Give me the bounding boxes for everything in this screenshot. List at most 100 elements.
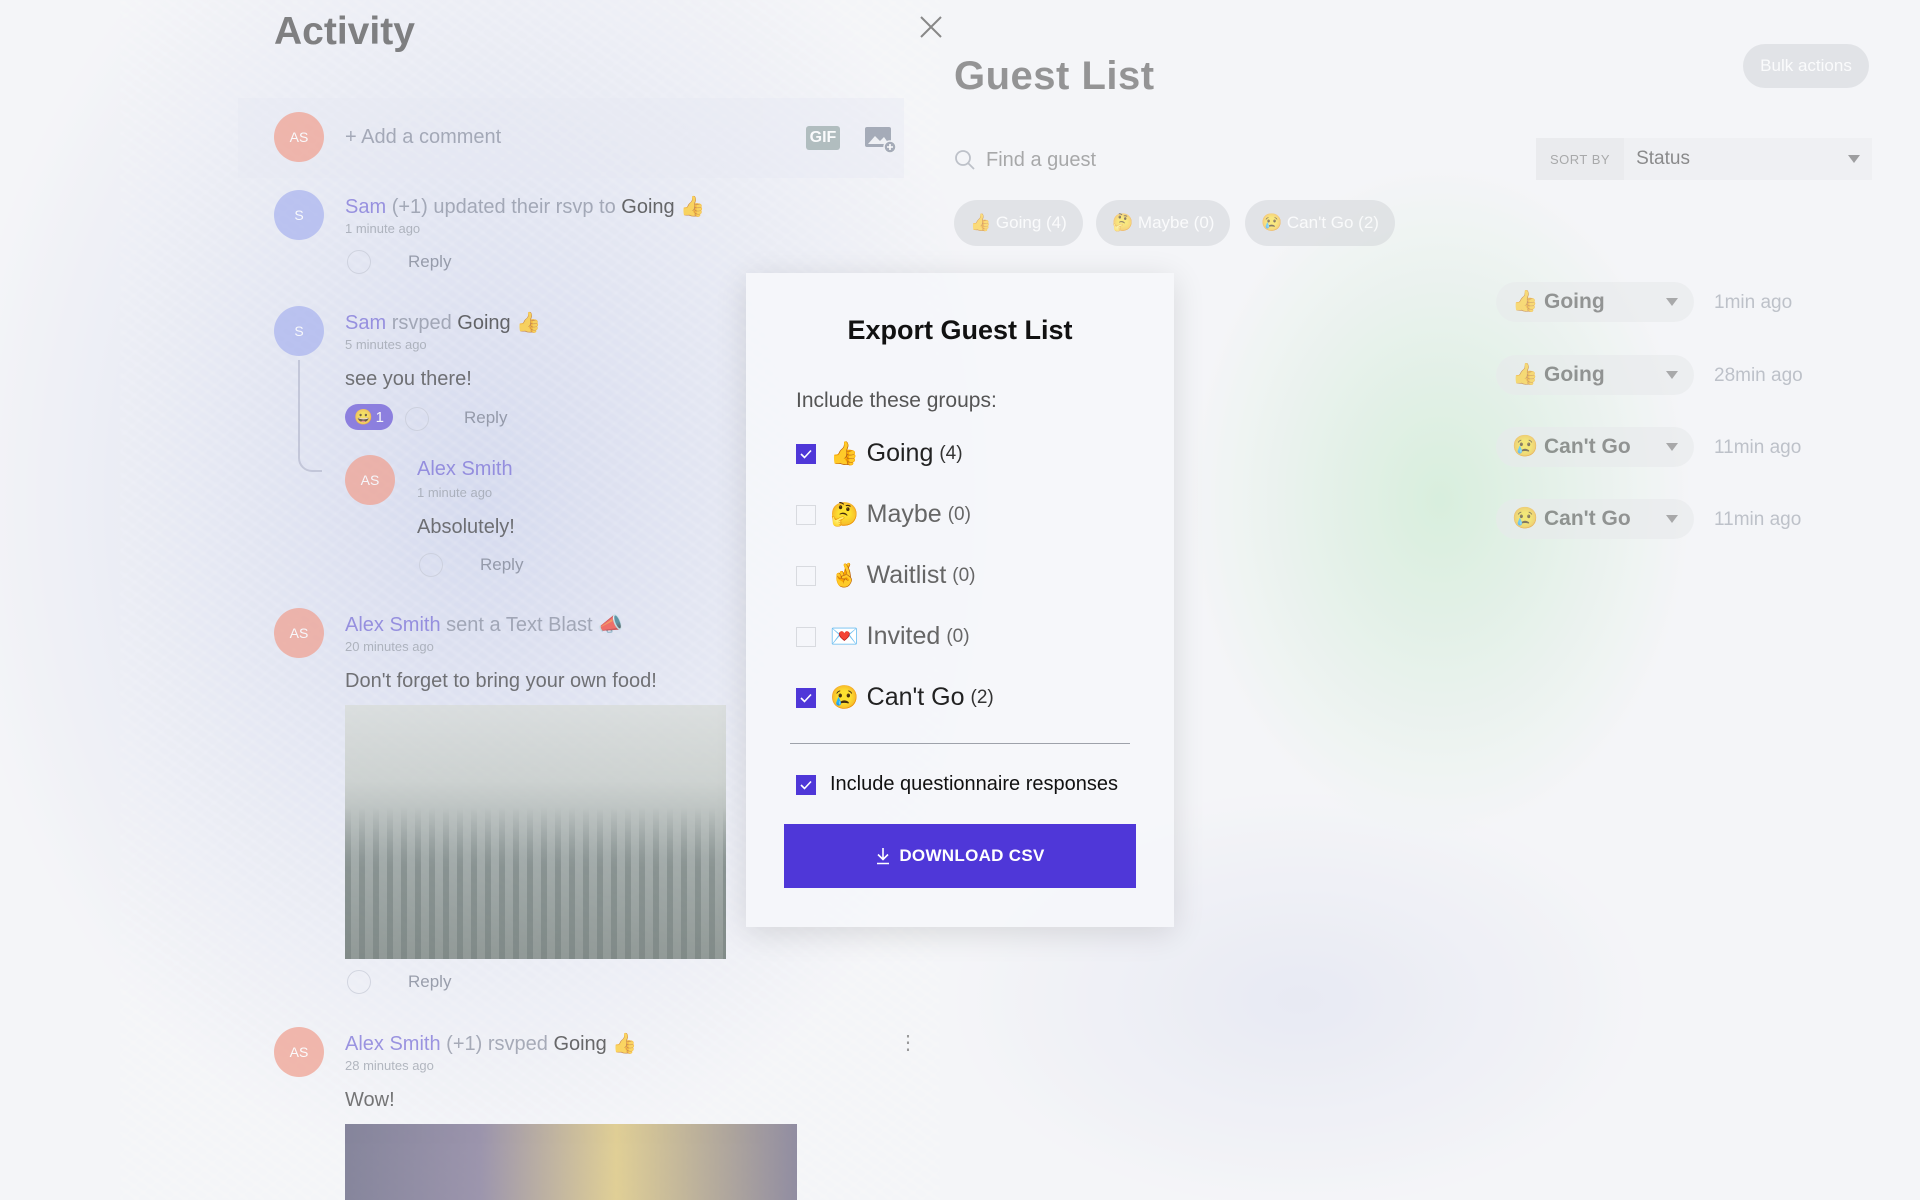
thumbs-up-icon: 👍: [1512, 290, 1539, 313]
group-option-cant-go[interactable]: 😢 Can't Go (2): [796, 683, 994, 712]
avatar: AS: [274, 1027, 324, 1077]
checkbox-checked[interactable]: [796, 774, 816, 795]
timestamp: 1 minute ago: [417, 485, 493, 500]
sort-select[interactable]: Status: [1624, 138, 1872, 180]
thumbs-up-icon: 👍: [516, 312, 542, 334]
add-reaction-icon[interactable]: [405, 407, 429, 431]
add-image-icon[interactable]: [864, 124, 896, 154]
party-photo[interactable]: [345, 1124, 797, 1200]
sort-by-label: SORT BY: [1550, 151, 1611, 167]
guest-search: [954, 146, 1354, 174]
avatar: AS: [274, 608, 324, 658]
reply-button[interactable]: Reply: [408, 972, 451, 992]
sort-by-control: SORT BY Status: [1536, 138, 1872, 180]
feed-item-headline: Alex Smith sent a Text Blast 📣: [345, 614, 624, 636]
group-option-going[interactable]: 👍 Going (4): [796, 439, 963, 468]
feed-message: Absolutely!: [417, 516, 515, 538]
avatar: AS: [274, 112, 324, 162]
thinking-icon: 🤔: [1112, 213, 1134, 232]
checkbox-unchecked[interactable]: [796, 626, 816, 647]
checkbox-unchecked[interactable]: [796, 565, 816, 586]
checkbox-unchecked[interactable]: [796, 504, 816, 525]
search-input[interactable]: [984, 147, 1348, 173]
thumbs-up-icon: 👍: [612, 1033, 638, 1055]
comment-input[interactable]: + Add a comment: [345, 126, 501, 149]
filter-chip-going[interactable]: 👍 Going (4): [954, 200, 1083, 246]
export-guest-list-modal: Export Guest List Include these groups: …: [746, 273, 1174, 927]
guest-status-dropdown[interactable]: 😢 Can't Go: [1496, 499, 1694, 539]
user-name-link[interactable]: Sam: [345, 196, 386, 218]
guest-status-dropdown[interactable]: 😢 Can't Go: [1496, 427, 1694, 467]
guest-status-dropdown[interactable]: 👍 Going: [1496, 282, 1694, 322]
group-option-invited[interactable]: 💌 Invited (0): [796, 622, 970, 651]
avatar: AS: [345, 455, 395, 505]
reaction-pill[interactable]: 😀 1: [345, 404, 393, 430]
thumbs-up-icon: 👍: [680, 196, 706, 218]
check-icon: [800, 693, 812, 703]
thumbs-up-icon: 👍: [1512, 363, 1539, 386]
feed-item-headline: Sam (+1) updated their rsvp to Going 👍: [345, 196, 706, 218]
sad-icon: 😢: [1512, 507, 1539, 530]
caret-down-icon: [1666, 371, 1678, 379]
caret-down-icon: [1848, 155, 1860, 163]
group-option-waitlist[interactable]: 🤞 Waitlist (0): [796, 561, 976, 590]
avatar: S: [274, 306, 324, 356]
user-name-link[interactable]: Sam: [345, 312, 386, 334]
guest-list-title: Guest List: [954, 54, 1155, 98]
grin-icon: 😀: [353, 409, 373, 426]
reply-button[interactable]: Reply: [480, 555, 523, 575]
avatar: S: [274, 190, 324, 240]
thumbs-up-icon: 👍: [830, 440, 859, 466]
reply-button[interactable]: Reply: [464, 408, 507, 428]
add-reaction-icon[interactable]: [347, 970, 371, 994]
user-name-link[interactable]: Alex Smith: [345, 1033, 441, 1055]
checkbox-checked[interactable]: [796, 687, 816, 708]
reply-button[interactable]: Reply: [408, 252, 451, 272]
comment-bar: [238, 98, 904, 178]
caret-down-icon: [1666, 515, 1678, 523]
divider: [790, 743, 1130, 744]
filter-chip-cant-go[interactable]: 😢 Can't Go (2): [1245, 200, 1395, 246]
download-csv-button[interactable]: DOWNLOAD CSV: [784, 824, 1136, 888]
feed-message: Wow!: [345, 1089, 395, 1111]
timestamp: 20 minutes ago: [345, 639, 434, 654]
group-option-maybe[interactable]: 🤔 Maybe (0): [796, 500, 971, 529]
sad-icon: 😢: [1261, 213, 1283, 232]
include-groups-label: Include these groups:: [796, 389, 997, 412]
modal-title: Export Guest List: [847, 315, 1073, 345]
rsvp-time: 11min ago: [1714, 509, 1802, 530]
gif-button[interactable]: GIF: [806, 126, 840, 150]
search-icon: [955, 150, 975, 170]
forest-photo[interactable]: [345, 705, 726, 959]
caret-down-icon: [1666, 298, 1678, 306]
check-icon: [800, 449, 812, 459]
bulk-actions-button[interactable]: Bulk actions: [1743, 44, 1869, 88]
feed-item-headline: Sam rsvped Going 👍: [345, 312, 542, 334]
feed-item-headline: Alex Smith (+1) rsvped Going 👍: [345, 1033, 638, 1055]
user-name-link[interactable]: Alex Smith: [417, 458, 513, 481]
rsvp-time: 1min ago: [1714, 292, 1793, 313]
timestamp: 28 minutes ago: [345, 1058, 434, 1073]
sad-icon: 😢: [830, 684, 859, 710]
checkbox-checked[interactable]: [796, 443, 816, 464]
questionnaire-option[interactable]: Include questionnaire responses: [796, 773, 1118, 796]
timestamp: 5 minutes ago: [345, 337, 427, 352]
rsvp-time: 11min ago: [1714, 437, 1802, 458]
crossed-fingers-icon: 🤞: [830, 562, 859, 588]
filter-chip-maybe[interactable]: 🤔 Maybe (0): [1096, 200, 1231, 246]
thinking-icon: 🤔: [830, 501, 859, 527]
activity-title: Activity: [274, 10, 415, 53]
user-name-link[interactable]: Alex Smith: [345, 614, 441, 636]
thread-connector: [298, 360, 322, 472]
guest-status-dropdown[interactable]: 👍 Going: [1496, 355, 1694, 395]
thumbs-up-icon: 👍: [970, 213, 992, 232]
sad-icon: 😢: [1512, 435, 1539, 458]
add-reaction-icon[interactable]: [347, 250, 371, 274]
rsvp-time: 28min ago: [1714, 365, 1803, 386]
feed-message: Don't forget to bring your own food!: [345, 670, 657, 692]
megaphone-icon: 📣: [598, 614, 624, 636]
add-reaction-icon[interactable]: [419, 553, 443, 577]
feed-message: see you there!: [345, 368, 472, 390]
caret-down-icon: [1666, 443, 1678, 451]
timestamp: 1 minute ago: [345, 221, 421, 236]
